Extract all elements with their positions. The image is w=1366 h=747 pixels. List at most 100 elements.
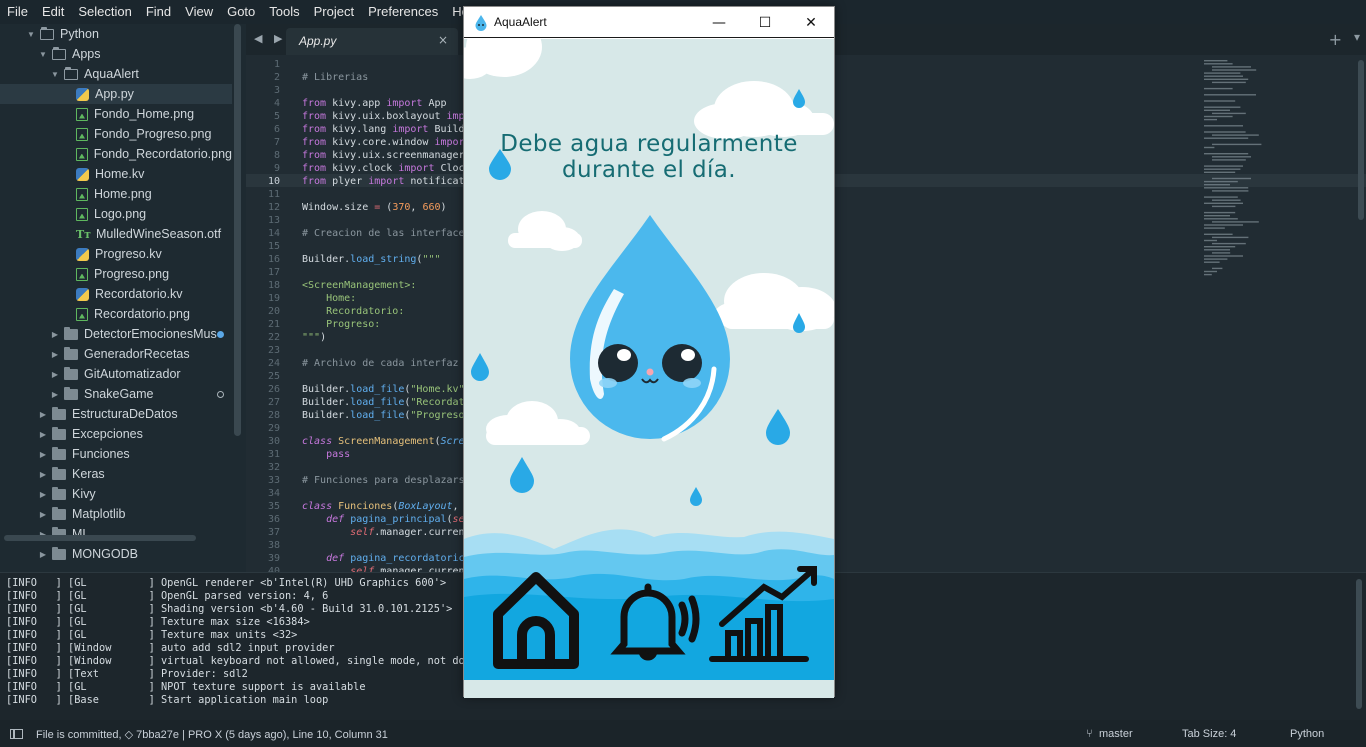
code-line: def pagina_principal(se — [326, 514, 465, 525]
branch-icon: ⑂ — [1086, 728, 1093, 740]
aquaalert-window: AquaAlert — ☐ ✕ Debe agua regularmente d… — [463, 6, 835, 698]
folder-item[interactable]: ▼ AquaAlert — [0, 64, 232, 84]
line-number: 36 — [267, 514, 280, 525]
folder-item[interactable]: ▶ Funciones — [0, 444, 232, 464]
file-item[interactable]: Progreso.kv — [0, 244, 232, 264]
reminder-button[interactable] — [614, 579, 706, 661]
folder-item[interactable]: ▶ ML — [0, 524, 232, 544]
line-number: 23 — [267, 345, 280, 356]
menu-preferences[interactable]: Preferences — [361, 0, 445, 24]
folder-item[interactable]: ▶ Kivy — [0, 484, 232, 504]
sidebar: ▼ Python ▼ Apps ▼ AquaAlert App.py Fondo_Home.p… — [0, 24, 246, 572]
file-item[interactable]: Fondo_Progreso.png — [0, 124, 232, 144]
branch-name[interactable]: master — [1099, 728, 1133, 740]
close-button[interactable]: ✕ — [788, 7, 834, 38]
minimap-line — [1204, 60, 1228, 62]
menu-edit[interactable]: Edit — [35, 0, 71, 24]
new-tab-button[interactable]: + — [1329, 30, 1342, 49]
folder-item[interactable]: ▶ GitAutomatizador — [0, 364, 232, 384]
menu-find[interactable]: Find — [139, 0, 178, 24]
minimap-line — [1212, 221, 1259, 223]
folder-item[interactable]: ▶ EstructuraDeDatos — [0, 404, 232, 424]
menu-goto[interactable]: Goto — [220, 0, 262, 24]
minimap-line — [1204, 106, 1241, 108]
chevron-right-icon: ▶ — [51, 389, 59, 399]
minimap[interactable] — [1202, 60, 1342, 290]
tab-nav-arrows[interactable]: ◀ ▶ — [254, 32, 286, 45]
minimap-line — [1204, 171, 1236, 173]
menu-view[interactable]: View — [178, 0, 220, 24]
progress-button[interactable] — [708, 561, 820, 665]
file-item[interactable]: Fondo_Recordatorio.png — [0, 144, 232, 164]
menu-tools[interactable]: Tools — [262, 0, 306, 24]
modified-dot-icon — [217, 331, 224, 338]
sidebar-horizontal-scrollbar[interactable] — [4, 535, 196, 541]
chevron-down-icon[interactable]: ▾ — [1354, 30, 1360, 44]
folder-item[interactable]: ▶ GeneradorRecetas — [0, 344, 232, 364]
window-titlebar[interactable]: AquaAlert — ☐ ✕ — [464, 7, 834, 38]
code-line: from kivy.uix.screenmanager — [302, 150, 465, 161]
file-item[interactable]: App.py — [0, 84, 232, 104]
tab-size[interactable]: Tab Size: 4 — [1182, 728, 1236, 740]
minimap-line — [1204, 218, 1238, 220]
line-number: 27 — [267, 397, 280, 408]
code-line: # Funciones para desplazars — [302, 475, 465, 486]
folder-icon — [52, 546, 66, 560]
code-line: # Librerias — [302, 72, 369, 83]
panel-toggle-icon[interactable] — [10, 729, 23, 739]
tree-item-label: Fondo_Home.png — [94, 107, 195, 121]
minimize-button[interactable]: — — [696, 7, 742, 38]
line-number: 22 — [267, 332, 280, 343]
chevron-down-icon: ▼ — [27, 29, 35, 39]
tab-label: App.py — [299, 34, 337, 48]
folder-item[interactable]: ▶ MONGODB — [0, 544, 232, 564]
editor-scrollbar[interactable] — [1358, 60, 1364, 220]
folder-icon — [52, 506, 66, 520]
folder-item[interactable]: ▶ Keras — [0, 464, 232, 484]
syntax-mode[interactable]: Python — [1290, 728, 1324, 740]
menu-selection[interactable]: Selection — [71, 0, 138, 24]
tree-item-label: Funciones — [72, 447, 130, 461]
minimap-line — [1204, 115, 1233, 118]
folder-item[interactable]: ▶ DetectorEmocionesMus — [0, 324, 232, 344]
folder-item[interactable]: ▶ SnakeGame — [0, 384, 232, 404]
code-line: from kivy.core.window impor — [302, 137, 465, 148]
file-item[interactable]: Home.kv — [0, 164, 232, 184]
code-line: Builder.load_file("Recordat — [302, 397, 465, 408]
close-icon[interactable]: × — [438, 33, 448, 47]
sidebar-scrollbar[interactable] — [234, 24, 241, 436]
file-item[interactable]: Fondo_Home.png — [0, 104, 232, 124]
folder-icon — [64, 326, 78, 340]
line-number: 35 — [267, 501, 280, 512]
code-line: class Funciones(BoxLayout, — [302, 501, 459, 512]
file-item[interactable]: Recordatorio.kv — [0, 284, 232, 304]
maximize-button[interactable]: ☐ — [742, 7, 788, 38]
folder-item[interactable]: ▶ Excepciones — [0, 424, 232, 444]
folder-item[interactable]: ▼ Python — [0, 24, 232, 44]
line-number: 28 — [267, 410, 280, 421]
folder-item[interactable]: ▼ Apps — [0, 44, 232, 64]
line-number: 16 — [267, 254, 280, 265]
folder-icon — [52, 426, 66, 440]
line-number: 5 — [273, 111, 280, 122]
file-item[interactable]: Home.png — [0, 184, 232, 204]
console-scrollbar[interactable] — [1356, 579, 1362, 709]
message-line-1: Debe agua regularmente — [500, 131, 798, 157]
tab-app-py[interactable]: App.py × — [286, 28, 458, 55]
line-number-gutter: 1 2 3 4 5 6 7 8 9 10 11 12 13 14 15 16 17 18 19 20 21 22 23 24 2… — [246, 55, 288, 590]
file-item[interactable]: Logo.png — [0, 204, 232, 224]
home-button[interactable] — [490, 569, 584, 671]
minimap-line — [1204, 87, 1233, 90]
folder-item[interactable]: ▶ Matplotlib — [0, 504, 232, 524]
chevron-right-icon: ▶ — [39, 449, 47, 459]
menu-project[interactable]: Project — [307, 0, 361, 24]
file-item[interactable]: Recordatorio.png — [0, 304, 232, 324]
tree-item-label: Progreso.png — [94, 267, 170, 281]
file-item[interactable]: Tт MulledWineSeason.otf — [0, 224, 232, 244]
file-item[interactable]: Progreso.png — [0, 264, 232, 284]
menu-file[interactable]: File — [0, 0, 35, 24]
